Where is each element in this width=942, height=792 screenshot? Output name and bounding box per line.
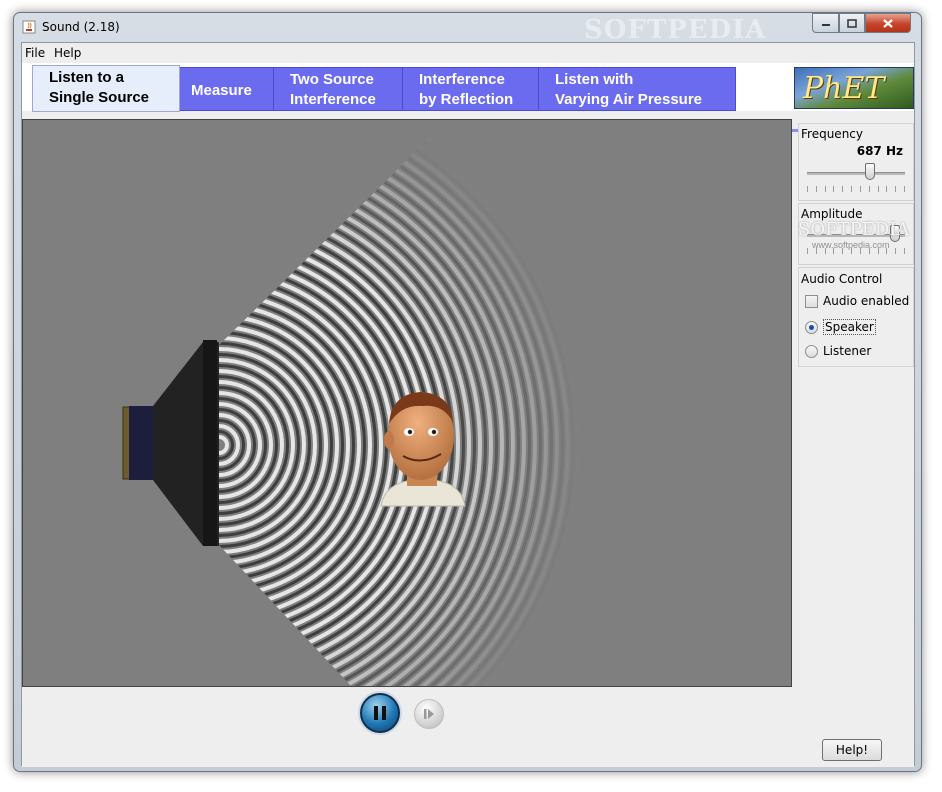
listener-label: Listener <box>823 344 872 358</box>
step-icon <box>424 709 434 719</box>
frequency-ticks <box>807 186 905 192</box>
tab-label: Two Source Interference <box>290 71 376 108</box>
pause-icon <box>374 706 386 720</box>
title-bar[interactable]: Sound (2.18) SOFTPEDIA <box>14 13 921 45</box>
menu-file[interactable]: File <box>25 46 45 60</box>
tab-label: Listen to a Single Source <box>49 69 150 106</box>
pause-button[interactable] <box>360 693 400 733</box>
watermark-text: SOFTPEDIA <box>584 15 767 45</box>
frequency-title: Frequency <box>801 127 863 141</box>
speaker-coil <box>129 406 153 480</box>
minimize-button[interactable] <box>812 13 839 33</box>
frequency-value: 687 Hz <box>856 144 903 158</box>
step-button[interactable] <box>414 699 444 729</box>
radio-button[interactable] <box>805 320 818 334</box>
tab-varying-air-pressure[interactable]: Listen with Varying Air Pressure <box>538 67 736 111</box>
listener-ear <box>384 431 394 449</box>
frequency-panel: Frequency 687 Hz <box>798 123 914 201</box>
audio-enabled-label: Audio enabled <box>823 294 910 308</box>
tab-label: Measure <box>191 82 252 99</box>
close-button[interactable] <box>865 13 911 33</box>
phet-logo[interactable]: PhET <box>794 67 914 109</box>
app-window: Sound (2.18) SOFTPEDIA File Help Listen … <box>13 12 922 772</box>
checkbox-box[interactable] <box>805 294 818 308</box>
audio-control-panel: Audio Control Audio enabled Speaker List… <box>798 267 914 367</box>
speaker-label: Speaker <box>823 319 876 335</box>
tab-listen-single-source[interactable]: Listen to a Single Source <box>32 65 180 112</box>
speaker-radio[interactable]: Speaker <box>805 319 876 335</box>
audio-enabled-checkbox[interactable]: Audio enabled <box>805 294 909 308</box>
simulation-canvas[interactable] <box>22 119 792 687</box>
minimize-icon <box>821 24 830 26</box>
softpedia-watermark: SOFTPEDIA <box>798 219 910 240</box>
maximize-button[interactable] <box>839 13 865 33</box>
audio-control-title: Audio Control <box>801 272 883 286</box>
client-area: File Help Listen to a Single Source Meas… <box>21 42 915 767</box>
frequency-slider-track[interactable] <box>807 172 905 175</box>
listener-radio[interactable]: Listener <box>805 344 871 358</box>
frequency-slider-thumb[interactable] <box>864 163 875 180</box>
bottom-controls: Help! <box>22 689 914 767</box>
menu-help[interactable]: Help <box>54 46 81 60</box>
help-button[interactable]: Help! <box>822 739 882 761</box>
listener-pupil <box>431 429 437 435</box>
tab-label: Interference by Reflection <box>419 71 514 108</box>
tab-two-source-interference[interactable]: Two Source Interference <box>273 67 403 111</box>
menu-bar: File Help <box>22 43 914 63</box>
tab-label: Listen with Varying Air Pressure <box>555 71 703 108</box>
tab-interference-reflection[interactable]: Interference by Reflection <box>402 67 539 111</box>
java-cup-icon <box>22 20 36 34</box>
speaker-rim <box>203 340 217 546</box>
tab-measure[interactable]: Measure <box>174 67 274 111</box>
close-icon <box>883 18 893 28</box>
phet-logo-text: PhET <box>803 71 885 106</box>
wave-field <box>122 120 623 686</box>
radio-button[interactable] <box>805 344 818 358</box>
listener-pupil <box>407 429 413 435</box>
maximize-icon <box>847 18 857 28</box>
softpedia-url-watermark: www.softpedia.com <box>812 240 890 250</box>
speaker[interactable] <box>122 340 219 546</box>
window-title: Sound (2.18) <box>42 20 120 34</box>
